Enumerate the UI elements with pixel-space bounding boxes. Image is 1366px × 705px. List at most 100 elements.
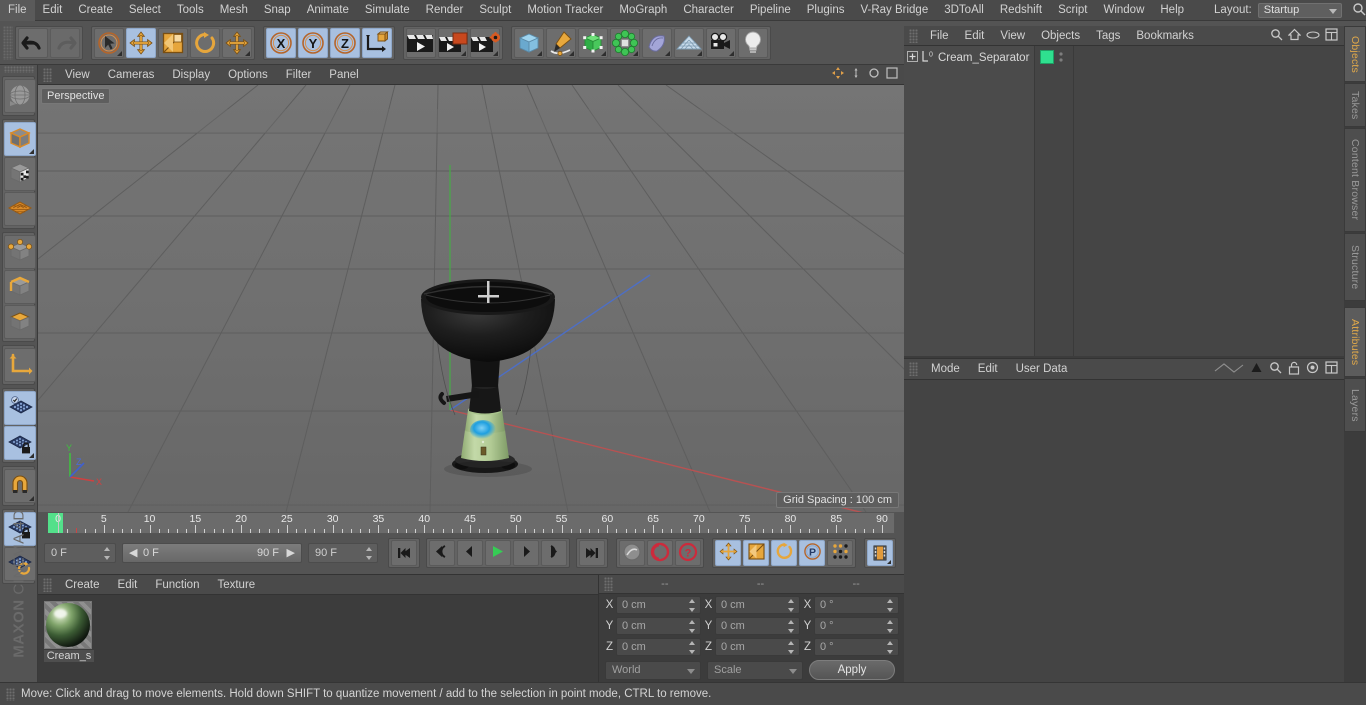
coord-rotation-y-field[interactable]: 0 ° — [814, 617, 899, 635]
spinner-icon[interactable] — [887, 619, 894, 634]
menu-item-file[interactable]: File — [0, 0, 35, 21]
spinner-icon[interactable] — [788, 598, 795, 613]
menu-item-tools[interactable]: Tools — [169, 0, 212, 21]
attribute-menu-user-data[interactable]: User Data — [1007, 359, 1077, 380]
viewport-menu-options[interactable]: Options — [219, 65, 277, 85]
material-menu-create[interactable]: Create — [56, 575, 109, 595]
viewport-rotate-icon[interactable] — [868, 67, 880, 82]
spinner-icon[interactable] — [104, 546, 111, 561]
max-frame-field[interactable]: 90 F — [308, 543, 378, 563]
move-button[interactable] — [126, 27, 156, 58]
viewport-move-icon[interactable] — [832, 67, 844, 82]
timeline-ruler[interactable]: 051015202530354045505560657075808590 — [47, 512, 895, 534]
render-settings-button[interactable] — [470, 27, 500, 58]
unlock-icon[interactable] — [1288, 361, 1300, 378]
coord-position-x-field[interactable]: 0 cm — [616, 596, 701, 614]
search-icon[interactable] — [1270, 28, 1283, 44]
search-icon[interactable] — [1269, 361, 1282, 377]
menu-item-mesh[interactable]: Mesh — [212, 0, 256, 21]
scale-key-button[interactable] — [743, 540, 769, 566]
timeline-filmstrip-button[interactable] — [867, 540, 893, 566]
menu-item-select[interactable]: Select — [121, 0, 169, 21]
range-right-arrow-icon[interactable]: ▶ — [287, 544, 295, 562]
edges-mode-button[interactable] — [4, 270, 36, 304]
current-frame-field[interactable]: 0 F — [44, 543, 116, 563]
menu-item-3dtoall[interactable]: 3DToAll — [936, 0, 992, 21]
spinner-icon[interactable] — [689, 598, 696, 613]
expand-collapse-icon[interactable] — [907, 50, 918, 65]
points-mode-button[interactable] — [4, 235, 36, 269]
object-menu-edit[interactable]: Edit — [957, 26, 993, 46]
menu-item-render[interactable]: Render — [418, 0, 472, 21]
render-region-button[interactable] — [438, 27, 468, 58]
material-menu-texture[interactable]: Texture — [208, 575, 264, 595]
axis-x-button[interactable]: X — [266, 27, 296, 58]
arrow-up-icon[interactable] — [1250, 361, 1263, 377]
target-icon[interactable] — [1306, 361, 1319, 377]
parameter-key-button[interactable]: P — [799, 540, 825, 566]
coord-size-x-field[interactable]: 0 cm — [715, 596, 800, 614]
play-forwards-button[interactable] — [485, 540, 511, 566]
viewport-menu-filter[interactable]: Filter — [277, 65, 321, 85]
new-layer-icon[interactable] — [1325, 27, 1338, 44]
object-menu-bookmarks[interactable]: Bookmarks — [1128, 26, 1202, 46]
spinner-icon[interactable] — [366, 546, 373, 561]
spinner-icon[interactable] — [689, 619, 696, 634]
record-active-objects-button[interactable] — [619, 540, 645, 566]
object-manager-body[interactable]: 0 Cream_Separator — [904, 46, 1344, 356]
menu-item-pipeline[interactable]: Pipeline — [742, 0, 799, 21]
floor-button[interactable] — [674, 27, 704, 58]
scene-object-button[interactable] — [642, 27, 672, 58]
size-mode-dropdown[interactable]: Scale — [707, 660, 803, 680]
magnet-button[interactable] — [4, 469, 36, 503]
menu-item-window[interactable]: Window — [1095, 0, 1152, 21]
vertical-tab-attributes[interactable]: Attributes — [1344, 307, 1366, 377]
vertical-tab-content-browser[interactable]: Content Browser — [1344, 128, 1366, 232]
generator-button[interactable] — [578, 27, 608, 58]
menu-item-edit[interactable]: Edit — [35, 0, 71, 21]
make-editable-button[interactable] — [4, 79, 36, 113]
viewport-menu-panel[interactable]: Panel — [320, 65, 367, 85]
object-menu-file[interactable]: File — [922, 26, 957, 46]
material-grip[interactable] — [43, 577, 52, 592]
attribute-grip[interactable] — [909, 362, 918, 376]
axis-z-button[interactable]: Z — [330, 27, 360, 58]
vertical-tab-takes[interactable]: Takes — [1344, 83, 1366, 127]
menu-item-motion-tracker[interactable]: Motion Tracker — [519, 0, 611, 21]
deformer-button[interactable] — [610, 27, 640, 58]
search-icon[interactable] — [1352, 2, 1366, 19]
rotate-button[interactable] — [190, 27, 220, 58]
menu-item-script[interactable]: Script — [1050, 0, 1095, 21]
viewport-3d-scene[interactable]: Perspective Grid Spacing : 100 cm Y X Z — [38, 85, 904, 512]
menu-item-plugins[interactable]: Plugins — [799, 0, 853, 21]
viewport-pan-icon[interactable] — [850, 67, 862, 82]
attribute-menu-edit[interactable]: Edit — [969, 359, 1007, 380]
spinner-icon[interactable] — [788, 619, 795, 634]
material-menu-function[interactable]: Function — [146, 575, 208, 595]
world-coordinates-button[interactable] — [362, 27, 392, 58]
object-menu-tags[interactable]: Tags — [1088, 26, 1128, 46]
range-left-arrow-icon[interactable]: ◀ — [129, 544, 137, 562]
viewport-maximize-icon[interactable] — [886, 67, 898, 82]
toolbar-grip[interactable] — [3, 25, 13, 60]
viewport-menu-view[interactable]: View — [56, 65, 99, 85]
polygons-mode-button[interactable] — [4, 305, 36, 339]
render-view-button[interactable] — [406, 27, 436, 58]
material-menu-edit[interactable]: Edit — [109, 575, 147, 595]
vertical-tab-layers[interactable]: Layers — [1344, 378, 1366, 432]
timeline-range-bar[interactable]: ◀ 0 F 90 F ▶ — [122, 543, 302, 563]
viewport-menu-cameras[interactable]: Cameras — [99, 65, 164, 85]
object-row[interactable]: 0 Cream_Separator — [904, 49, 1344, 66]
object-menu-view[interactable]: View — [992, 26, 1033, 46]
light-button[interactable] — [738, 27, 768, 58]
move-axis-button[interactable] — [222, 27, 252, 58]
go-to-start-button[interactable] — [391, 540, 417, 566]
keyframe-selection-button[interactable]: ? — [675, 540, 701, 566]
soft-selection-button[interactable] — [4, 426, 36, 460]
cube-primitive-button[interactable] — [514, 27, 544, 58]
object-menu-objects[interactable]: Objects — [1033, 26, 1088, 46]
menu-item-redshift[interactable]: Redshift — [992, 0, 1050, 21]
go-to-end-button[interactable] — [579, 540, 605, 566]
coord-system-dropdown[interactable]: World — [605, 660, 701, 680]
interpolation-icon[interactable] — [1214, 361, 1244, 378]
